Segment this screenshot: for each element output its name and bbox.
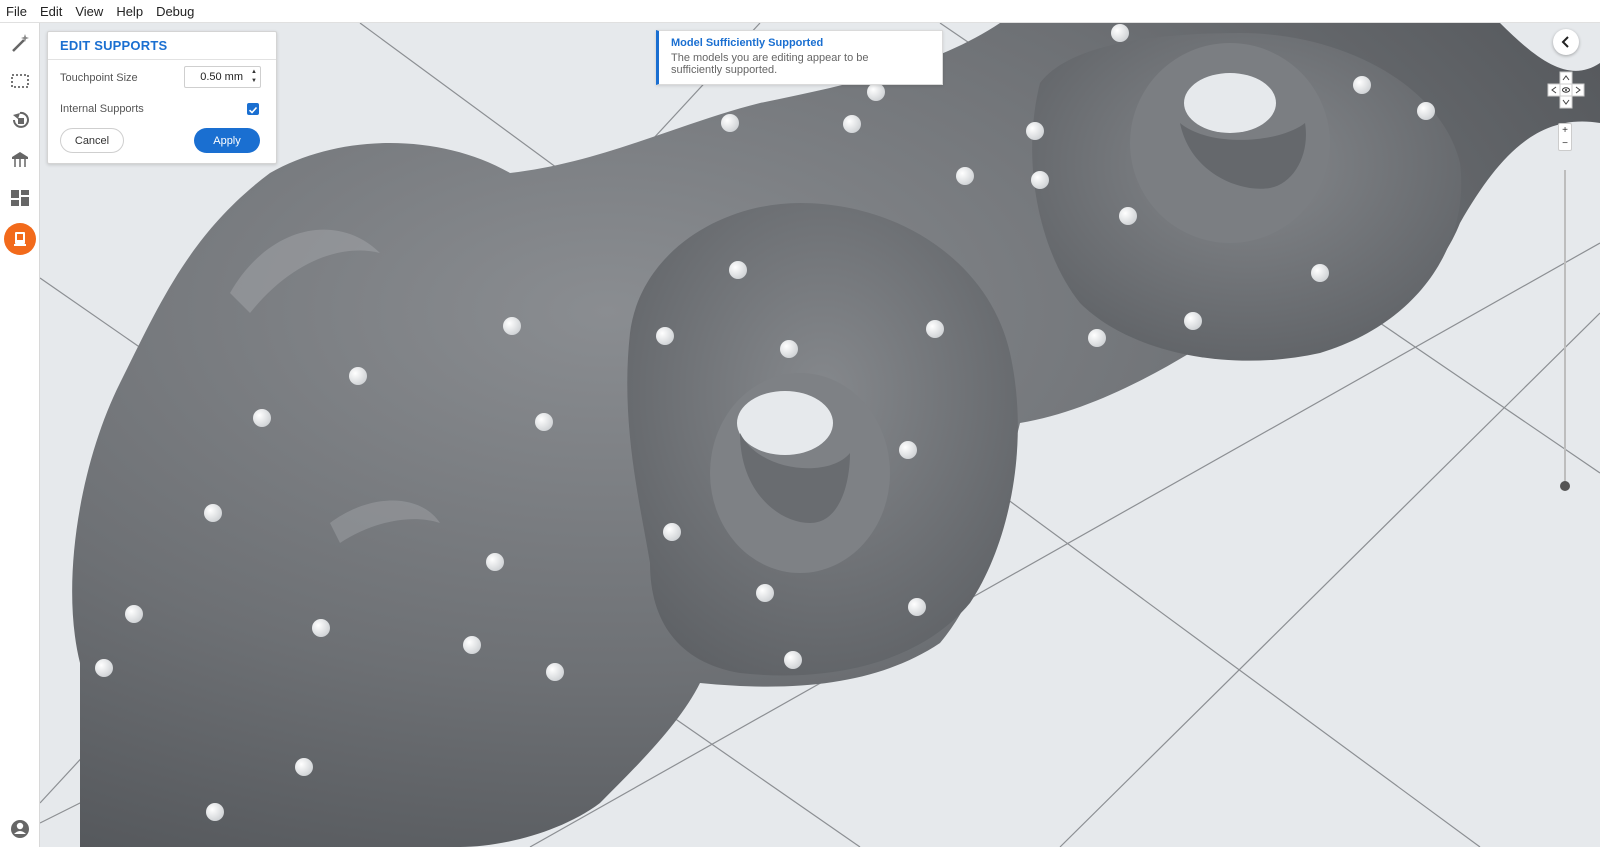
menu-edit[interactable]: Edit (34, 4, 69, 19)
touchpoint-size-label: Touchpoint Size (60, 72, 138, 84)
panel-divider (48, 59, 276, 60)
zoom-slider-track[interactable] (1564, 170, 1566, 486)
supports-icon[interactable] (4, 143, 36, 175)
navigation-arrows-icon (1547, 71, 1585, 109)
left-toolbar (0, 23, 40, 847)
collapse-panel-button[interactable] (1553, 29, 1579, 55)
menu-help[interactable]: Help (110, 4, 150, 19)
apply-button[interactable]: Apply (194, 128, 260, 153)
menu-file[interactable]: File (0, 4, 34, 19)
stepper-arrows-icon[interactable]: ▲ ▼ (251, 68, 257, 86)
notification-body: The models you are editing appear to be … (671, 52, 869, 76)
menu-view[interactable]: View (69, 4, 110, 19)
account-icon[interactable] (4, 813, 36, 845)
3d-model[interactable] (72, 23, 1600, 847)
touchpoint-size-value[interactable]: 0.50 mm (200, 71, 243, 83)
internal-supports-checkbox[interactable] (247, 103, 259, 115)
camera-nav-pad[interactable] (1546, 70, 1586, 110)
zoom-in-button[interactable]: + (1559, 124, 1571, 137)
menu-debug[interactable]: Debug (150, 4, 201, 19)
menu-bar: File Edit View Help Debug (0, 0, 1600, 23)
support-status-notification: Model Sufficiently Supported The models … (656, 30, 943, 85)
zoom-controls: + − (1558, 123, 1572, 151)
panel-title: EDIT SUPPORTS (60, 38, 168, 53)
chevron-left-icon (1561, 36, 1569, 48)
select-box-icon[interactable] (4, 65, 36, 97)
touchpoint-size-input[interactable]: 0.50 mm ▲ ▼ (184, 66, 261, 88)
orient-icon[interactable] (4, 104, 36, 136)
edit-supports-panel: EDIT SUPPORTS Touchpoint Size 0.50 mm ▲ ▼… (47, 31, 277, 164)
notification-title: Model Sufficiently Supported (671, 37, 824, 49)
checkmark-icon (248, 106, 258, 114)
internal-supports-label: Internal Supports (60, 103, 144, 115)
zoom-slider-thumb[interactable] (1560, 481, 1570, 491)
print-icon[interactable] (4, 223, 36, 255)
zoom-out-button[interactable]: − (1559, 137, 1571, 150)
cancel-button[interactable]: Cancel (60, 128, 124, 153)
magic-wand-icon[interactable] (4, 27, 36, 59)
layout-icon[interactable] (4, 182, 36, 214)
